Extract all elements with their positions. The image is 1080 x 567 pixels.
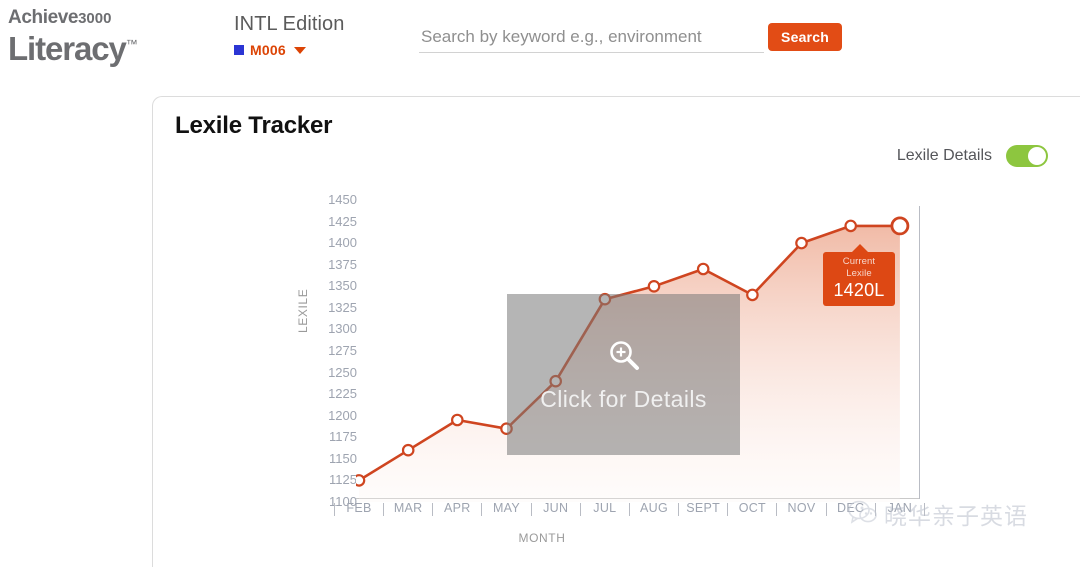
x-axis-ticks: FEB MAR APR MAY JUN JUL AUG SEPT OCT NOV DEC JAN: [333, 501, 925, 531]
tooltip-label: Current Lexile: [842, 256, 876, 279]
edition-title: INTL Edition: [234, 13, 345, 35]
logo-word-achieve: Achieve: [8, 7, 79, 28]
search-button[interactable]: Search: [768, 23, 842, 51]
click-for-details-overlay[interactable]: Click for Details: [507, 294, 740, 455]
tooltip-pointer-icon: [851, 244, 869, 253]
chart-point[interactable]: [696, 262, 710, 276]
current-lexile-tooltip: Current Lexile 1420L: [823, 244, 895, 306]
x-axis-tick: NOV: [787, 501, 816, 515]
blue-square-icon: [234, 45, 244, 55]
chart-point[interactable]: [451, 413, 464, 427]
logo-line-bottom: Literacy™: [8, 27, 218, 66]
logo-line-top: Achieve3000: [8, 8, 218, 29]
x-axis-tick: MAY: [492, 501, 521, 515]
chart-point[interactable]: [401, 443, 415, 457]
tooltip-value: 1420L: [833, 280, 885, 300]
edition-selector[interactable]: M006: [234, 42, 345, 58]
chart-point[interactable]: [356, 474, 366, 487]
x-axis-title: MONTH: [518, 531, 566, 545]
x-axis-tick: APR: [444, 501, 471, 515]
y-axis-tick: 1200: [328, 407, 357, 423]
x-axis-separator: [333, 503, 335, 516]
achieve3000-logo: Achieve3000 Literacy™: [8, 8, 218, 66]
y-axis-tick: 1325: [328, 299, 357, 315]
x-axis-tick: JUN: [543, 501, 569, 515]
x-axis-tick: OCT: [738, 501, 766, 515]
logo-word-literacy: Literacy: [8, 30, 127, 67]
y-axis-tick: 1125: [329, 472, 357, 488]
y-axis-tick: 1450: [328, 192, 357, 207]
y-axis-tick: 1275: [328, 343, 357, 358]
y-axis-title: LEXILE: [296, 288, 310, 333]
chart-point[interactable]: [844, 219, 857, 233]
y-axis-tick: 1175: [329, 429, 357, 445]
y-axis-ticks: 1450 1425 1400 1375 1350 1325 1300 1275 1250 1225…: [313, 97, 357, 567]
x-axis-tick: JUL: [593, 501, 617, 515]
chart-point[interactable]: [647, 280, 661, 293]
chevron-down-icon[interactable]: [293, 46, 306, 54]
watermark-text: 晓华亲子英语: [884, 504, 1028, 530]
watermark: 晓华亲子英语: [848, 497, 1028, 531]
edition-code-label: M006: [250, 42, 286, 58]
y-axis-tick: 1150: [329, 450, 357, 466]
trademark-icon: ™: [125, 37, 138, 51]
chart-point[interactable]: [890, 216, 910, 236]
chart-point[interactable]: [746, 288, 759, 302]
y-axis-tick: 1300: [328, 321, 357, 337]
x-axis-tick: MAR: [393, 501, 423, 515]
click-for-details-label: Click for Details: [540, 385, 707, 412]
y-axis-tick: 1375: [328, 256, 357, 272]
edition-block: INTL Edition M006: [234, 13, 345, 58]
x-axis-tick: FEB: [346, 501, 372, 515]
y-axis-tick: 1425: [328, 213, 357, 229]
search-field-wrapper[interactable]: [419, 22, 764, 53]
x-axis-tick: SEPT: [686, 501, 721, 515]
page-header: Achieve3000 Literacy™ INTL Edition M006 …: [0, 0, 1080, 86]
chart-point[interactable]: [795, 236, 808, 250]
logo-word-3000: 3000: [78, 10, 112, 27]
search-input[interactable]: [419, 22, 764, 52]
x-axis-title-wrap: MONTH: [153, 529, 1080, 547]
wechat-icon: [848, 499, 878, 530]
y-axis-tick: 1350: [328, 278, 357, 294]
y-axis-tick: 1225: [328, 386, 357, 402]
app-root: Achieve3000 Literacy™ INTL Edition M006 …: [0, 0, 1080, 567]
right-axis-line: [919, 206, 920, 499]
magnifier-zoom-in-icon: [606, 337, 642, 378]
y-axis-tick: 1250: [328, 364, 357, 380]
y-axis-tick: 1400: [328, 235, 357, 251]
x-axis-tick: AUG: [640, 501, 669, 515]
